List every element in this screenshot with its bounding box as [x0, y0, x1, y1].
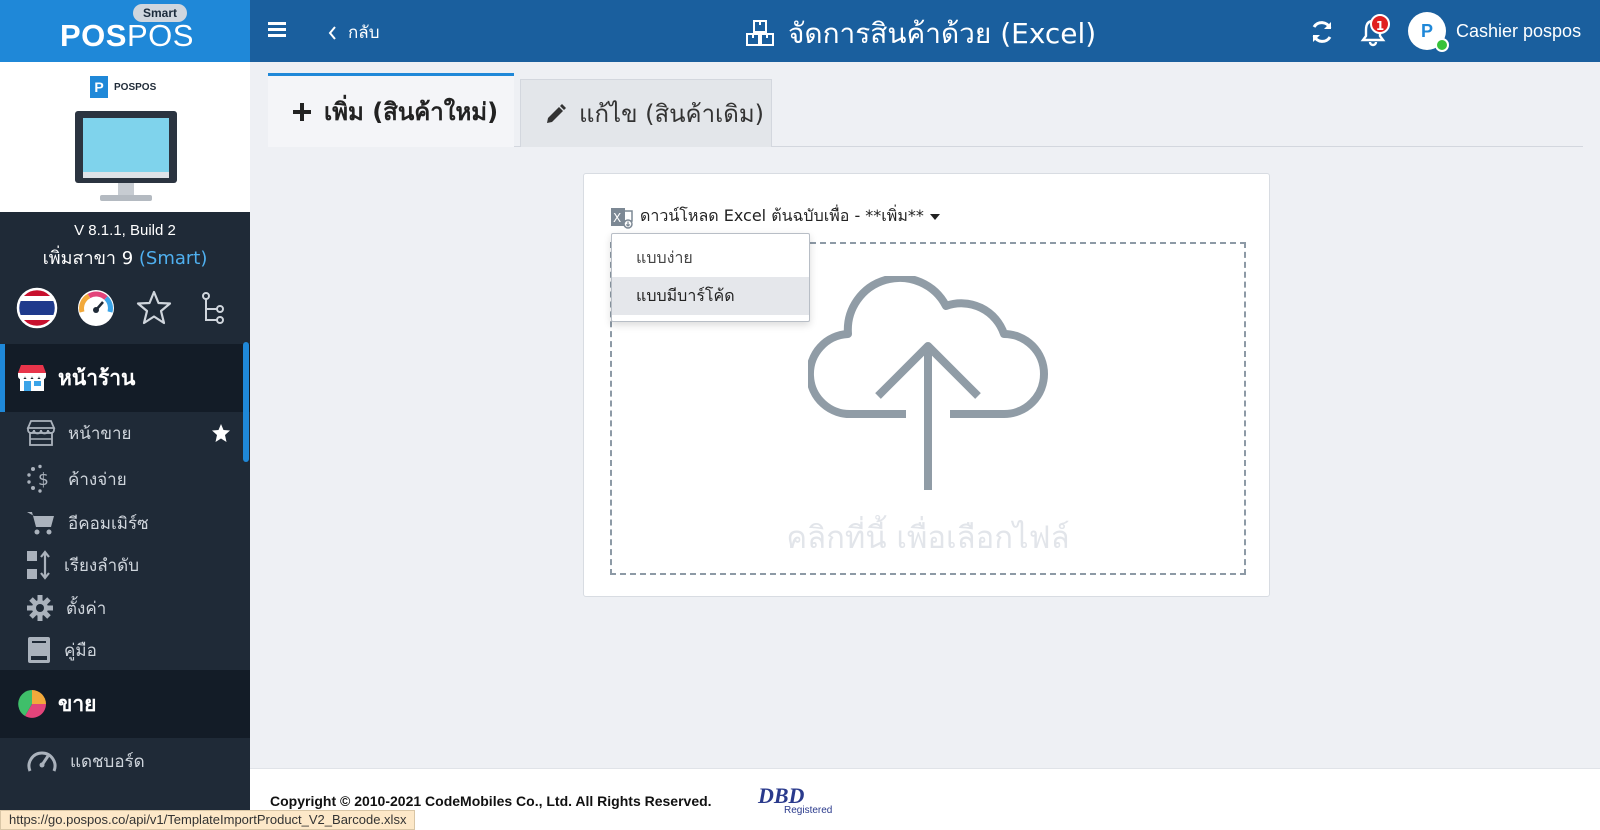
monitor-icon	[75, 111, 177, 201]
tab-edit-existing-product[interactable]: แก้ไข (สินค้าเดิม)	[520, 79, 772, 147]
excel-download-icon: X	[611, 207, 633, 229]
brand-area[interactable]: Smart POSPOS	[0, 0, 250, 62]
sidebar-section-store[interactable]: หน้าร้าน	[0, 344, 250, 412]
drop-hint-text: คลิกที่นี้ เพื่อเลือกไฟล์	[786, 520, 1070, 556]
option-barcode-template[interactable]: แบบมีบาร์โค้ด	[612, 277, 809, 315]
back-label: กลับ	[348, 23, 380, 43]
logo-thin: POS	[126, 18, 194, 53]
dbd-registered-text: Registered	[784, 805, 833, 816]
branch-info: เพิ่มสาขา 9 (Smart)	[0, 243, 250, 272]
page-title: จัดการสินค้าด้วย (Excel)	[744, 12, 1096, 56]
dollar-dots-icon: $	[27, 464, 49, 493]
tab-edit-label: แก้ไข (สินค้าเดิม)	[579, 100, 765, 128]
storefront-icon	[26, 420, 56, 446]
user-name: Cashier pospos	[1456, 20, 1582, 41]
sidebar-quick-icons	[0, 272, 250, 330]
pospos-logo: POSPOS	[60, 18, 194, 54]
sidebar-item-label: ค้างจ่าย	[68, 469, 127, 490]
branch-tree-icon[interactable]	[191, 286, 235, 330]
status-bar-url: https://go.pospos.co/api/v1/TemplateImpo…	[0, 810, 416, 830]
sidebar-item-settings[interactable]: ตั้งค่า	[0, 587, 245, 629]
sidebar-section-sales[interactable]: ขาย	[0, 670, 250, 738]
copyright-text: Copyright © 2010-2021 CodeMobiles Co., L…	[270, 793, 712, 809]
online-status-dot	[1435, 38, 1449, 52]
mini-logo-text: POSPOS	[114, 81, 157, 93]
book-icon	[28, 637, 50, 663]
dbd-registered-logo[interactable]: DBD Registered	[758, 783, 832, 816]
cart-icon	[27, 512, 54, 535]
sidebar-item-label: อีคอมเมิร์ซ	[68, 513, 149, 534]
top-bar: Smart POSPOS กลับ จัดการสินค้าด้วย (Exce…	[0, 0, 1600, 62]
store-icon	[18, 365, 46, 391]
pospos-mini-logo: P POSPOS	[90, 76, 156, 98]
user-menu[interactable]: P Cashier pospos	[1408, 12, 1582, 52]
avatar: P	[1408, 12, 1449, 52]
cloud-upload-icon	[808, 276, 1048, 490]
sidebar-item-label: เรียงลำดับ	[64, 555, 139, 576]
sidebar-item-ecommerce[interactable]: อีคอมเมิร์ซ	[0, 502, 245, 544]
notification-badge: 1	[1370, 14, 1390, 34]
tab-add-new-product[interactable]: เพิ่ม (สินค้าใหม่)	[268, 73, 514, 147]
section-sales-label: ขาย	[58, 691, 97, 716]
gear-icon	[27, 595, 53, 621]
branch-plan: (Smart)	[138, 248, 208, 269]
template-type-dropdown: แบบง่าย แบบมีบาร์โค้ด	[611, 233, 810, 322]
back-button[interactable]: กลับ	[328, 19, 380, 46]
sidebar-item-label: ตั้งค่า	[66, 598, 107, 619]
upload-card: X ดาวน์โหลด Excel ต้นฉบับเพื่อ - **เพิ่ม…	[583, 173, 1270, 597]
star-filled-icon[interactable]	[211, 423, 231, 443]
page-title-text: จัดการสินค้าด้วย (Excel)	[788, 17, 1097, 50]
tab-bar: เพิ่ม (สินค้าใหม่) แก้ไข (สินค้าเดิม)	[268, 73, 1583, 147]
plus-icon	[293, 102, 311, 121]
section-store-label: หน้าร้าน	[58, 365, 136, 390]
sidebar: P POSPOS V 8.1.1, Build 2 เพิ่มสาขา 9 (Sm…	[0, 62, 250, 830]
svg-text:$: $	[38, 470, 49, 490]
tab-add-label: เพิ่ม (สินค้าใหม่)	[324, 98, 499, 126]
sidebar-header: P POSPOS	[0, 62, 250, 212]
sidebar-item-pending-payment[interactable]: $ ค้างจ่าย	[0, 458, 245, 500]
sidebar-item-label: หน้าขาย	[68, 423, 132, 444]
sidebar-item-label: แดชบอร์ด	[70, 751, 145, 772]
version-text: V 8.1.1, Build 2	[74, 222, 176, 239]
active-indicator	[0, 344, 5, 412]
logo-bold: POS	[60, 18, 127, 53]
boxes-icon	[746, 20, 774, 46]
sidebar-item-pos[interactable]: หน้าขาย	[0, 412, 245, 454]
thai-flag-icon[interactable]	[15, 286, 59, 330]
option-simple-template[interactable]: แบบง่าย	[612, 239, 809, 277]
sidebar-item-manual[interactable]: คู่มือ	[0, 629, 245, 671]
star-outline-icon[interactable]	[132, 286, 176, 330]
chevron-left-icon	[328, 25, 336, 40]
pie-chart-icon	[18, 690, 46, 718]
download-template-button[interactable]: X ดาวน์โหลด Excel ต้นฉบับเพื่อ - **เพิ่ม…	[610, 204, 940, 229]
speedometer-icon[interactable]	[74, 286, 118, 330]
dashboard-gauge-icon	[27, 751, 57, 772]
branch-name: เพิ่มสาขา 9	[42, 248, 134, 269]
caret-down-icon	[929, 213, 940, 220]
svg-text:X: X	[613, 211, 621, 225]
footer: Copyright © 2010-2021 CodeMobiles Co., L…	[250, 768, 1600, 830]
menu-icon[interactable]	[268, 22, 286, 38]
sidebar-item-dashboard[interactable]: แดชบอร์ด	[0, 740, 245, 782]
sidebar-item-sort[interactable]: เรียงลำดับ	[0, 544, 245, 586]
sort-icon	[27, 550, 50, 580]
refresh-icon[interactable]	[1308, 18, 1336, 46]
download-template-label: ดาวน์โหลด Excel ต้นฉบับเพื่อ - **เพิ่ม**	[640, 206, 924, 225]
sidebar-item-label: คู่มือ	[64, 640, 97, 661]
pencil-icon	[547, 103, 566, 123]
